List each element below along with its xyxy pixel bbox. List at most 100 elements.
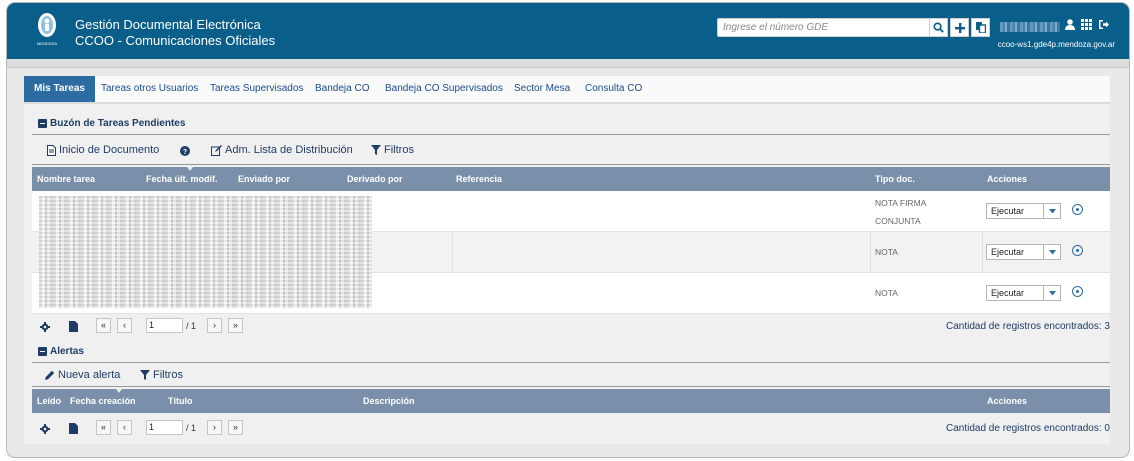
action-select[interactable]: Ejecutar bbox=[986, 244, 1061, 260]
app-window: MENDOZA Gestión Documental Electrónica C… bbox=[6, 2, 1130, 458]
tab-mis-tareas[interactable]: Mis Tareas bbox=[24, 76, 95, 102]
filter-icon bbox=[371, 145, 381, 155]
alerts-section-title[interactable]: Alertas bbox=[38, 346, 84, 357]
tasks-pager: « ‹ 1 / 1 › » Cantidad de registros enco… bbox=[32, 314, 1110, 340]
alerts-pager: « ‹ 1 / 1 › » Cantidad de registros enco… bbox=[32, 416, 1110, 442]
pencil-icon bbox=[45, 370, 55, 380]
export-document-icon[interactable] bbox=[69, 423, 78, 434]
page-number-input[interactable]: 1 bbox=[146, 420, 183, 435]
records-count: Cantidad de registros encontrados: 3 bbox=[946, 321, 1110, 332]
apps-grid-icon[interactable] bbox=[1081, 19, 1092, 30]
redacted-content bbox=[39, 196, 372, 308]
settings-icon[interactable] bbox=[40, 322, 50, 332]
next-page-button[interactable]: › bbox=[207, 318, 222, 333]
header-divider bbox=[7, 59, 1129, 68]
divider bbox=[32, 362, 1110, 363]
tipo-doc-cell: NOTA bbox=[875, 247, 898, 257]
help-icon[interactable]: ? bbox=[180, 146, 190, 156]
gde-search-input[interactable] bbox=[717, 18, 933, 37]
col-nombre-tarea[interactable]: Nombre tarea bbox=[37, 174, 95, 184]
user-icon[interactable] bbox=[1065, 19, 1075, 30]
logo-text: MENDOZA bbox=[37, 41, 57, 46]
settings-icon[interactable] bbox=[40, 424, 50, 434]
col-titulo[interactable]: Título bbox=[168, 396, 193, 406]
edit-icon bbox=[211, 144, 222, 156]
mendoza-logo-icon: MENDOZA bbox=[37, 13, 57, 46]
divider bbox=[32, 386, 1110, 387]
tasks-title-text: Buzón de Tareas Pendientes bbox=[50, 118, 186, 129]
document-icon bbox=[47, 144, 56, 156]
cell-divider bbox=[870, 232, 871, 272]
add-button[interactable] bbox=[950, 18, 969, 37]
tasks-filter-button[interactable]: Filtros bbox=[371, 144, 414, 156]
execute-icon[interactable] bbox=[1072, 204, 1083, 215]
tipo-doc-cell-line2: CONJUNTA bbox=[875, 216, 921, 226]
nueva-alerta-label: Nueva alerta bbox=[58, 369, 121, 381]
tab-tareas-supervisados[interactable]: Tareas Supervisados bbox=[210, 76, 303, 102]
col-tipo-doc[interactable]: Tipo doc. bbox=[875, 174, 915, 184]
copy-button[interactable] bbox=[971, 18, 990, 37]
records-count: Cantidad de registros encontrados: 0 bbox=[946, 423, 1110, 434]
export-document-icon[interactable] bbox=[69, 321, 78, 332]
copy-icon bbox=[975, 22, 986, 33]
action-select-value: Ejecutar bbox=[991, 288, 1025, 298]
page-total: / 1 bbox=[186, 423, 197, 433]
top-header: MENDOZA Gestión Documental Electrónica C… bbox=[7, 3, 1129, 68]
adm-lista-distribucion-button[interactable]: Adm. Lista de Distribución bbox=[211, 144, 353, 156]
action-select-value: Ejecutar bbox=[991, 206, 1025, 216]
col-fecha-creacion[interactable]: Fecha creación bbox=[70, 396, 136, 406]
execute-icon[interactable] bbox=[1072, 245, 1083, 256]
col-acciones: Acciones bbox=[987, 396, 1028, 406]
tasks-table-header: Nombre tarea Fecha últ. modif. Enviado p… bbox=[32, 167, 1110, 191]
action-select[interactable]: Ejecutar bbox=[986, 203, 1061, 219]
tasks-section-title[interactable]: Buzón de Tareas Pendientes bbox=[38, 118, 185, 129]
last-page-button[interactable]: » bbox=[228, 318, 243, 333]
alerts-filter-label: Filtros bbox=[153, 369, 183, 381]
tab-bandeja-co-supervisados[interactable]: Bandeja CO Supervisados bbox=[385, 76, 503, 102]
first-page-button[interactable]: « bbox=[96, 318, 111, 333]
page-total: / 1 bbox=[186, 321, 197, 331]
cell-divider bbox=[452, 232, 453, 272]
collapse-icon bbox=[38, 347, 47, 356]
nueva-alerta-button[interactable]: Nueva alerta bbox=[45, 369, 120, 381]
prev-page-button[interactable]: ‹ bbox=[117, 318, 132, 333]
prev-page-button[interactable]: ‹ bbox=[117, 420, 132, 435]
tab-consulta-co[interactable]: Consulta CO bbox=[585, 76, 642, 102]
search-button[interactable] bbox=[929, 18, 948, 37]
col-referencia[interactable]: Referencia bbox=[456, 174, 502, 184]
inicio-documento-button[interactable]: Inicio de Documento bbox=[47, 144, 159, 156]
next-page-button[interactable]: › bbox=[207, 420, 222, 435]
alerts-filter-button[interactable]: Filtros bbox=[140, 369, 183, 381]
app-title: Gestión Documental Electrónica bbox=[75, 17, 261, 32]
chevron-down-icon bbox=[1043, 204, 1060, 218]
col-fecha-modif[interactable]: Fecha últ. modif. bbox=[146, 174, 218, 184]
search-icon bbox=[933, 22, 944, 33]
user-name-blurred bbox=[1000, 22, 1060, 32]
last-page-button[interactable]: » bbox=[228, 420, 243, 435]
divider bbox=[32, 164, 1110, 165]
server-label: ccoo-ws1.gde4p.mendoza.gov.ar bbox=[997, 40, 1115, 49]
tab-tareas-otros-usuarios[interactable]: Tareas otros Usuarios bbox=[101, 76, 198, 102]
col-enviado-por[interactable]: Enviado por bbox=[238, 174, 290, 184]
col-descripcion[interactable]: Descripción bbox=[363, 396, 415, 406]
divider bbox=[32, 134, 1110, 135]
col-leido[interactable]: Leído bbox=[37, 396, 61, 406]
cell-divider bbox=[982, 232, 983, 272]
action-select-value: Ejecutar bbox=[991, 247, 1025, 257]
svg-text:?: ? bbox=[183, 149, 187, 156]
collapse-icon bbox=[38, 119, 47, 128]
tab-bandeja-co[interactable]: Bandeja CO bbox=[315, 76, 369, 102]
alerts-title-text: Alertas bbox=[50, 346, 84, 357]
first-page-button[interactable]: « bbox=[96, 420, 111, 435]
tipo-doc-cell: NOTA bbox=[875, 288, 898, 298]
action-select[interactable]: Ejecutar bbox=[986, 285, 1061, 301]
chevron-down-icon bbox=[1043, 245, 1060, 259]
tab-bar: Mis Tareas Tareas otros Usuarios Tareas … bbox=[24, 76, 1110, 104]
tab-sector-mesa[interactable]: Sector Mesa bbox=[514, 76, 570, 102]
col-derivado-por[interactable]: Derivado por bbox=[347, 174, 403, 184]
col-acciones: Acciones bbox=[987, 174, 1028, 184]
execute-icon[interactable] bbox=[1072, 286, 1083, 297]
logout-icon[interactable] bbox=[1098, 19, 1109, 30]
page-number-input[interactable]: 1 bbox=[146, 318, 183, 333]
tipo-doc-cell: NOTA FIRMA bbox=[875, 198, 927, 208]
